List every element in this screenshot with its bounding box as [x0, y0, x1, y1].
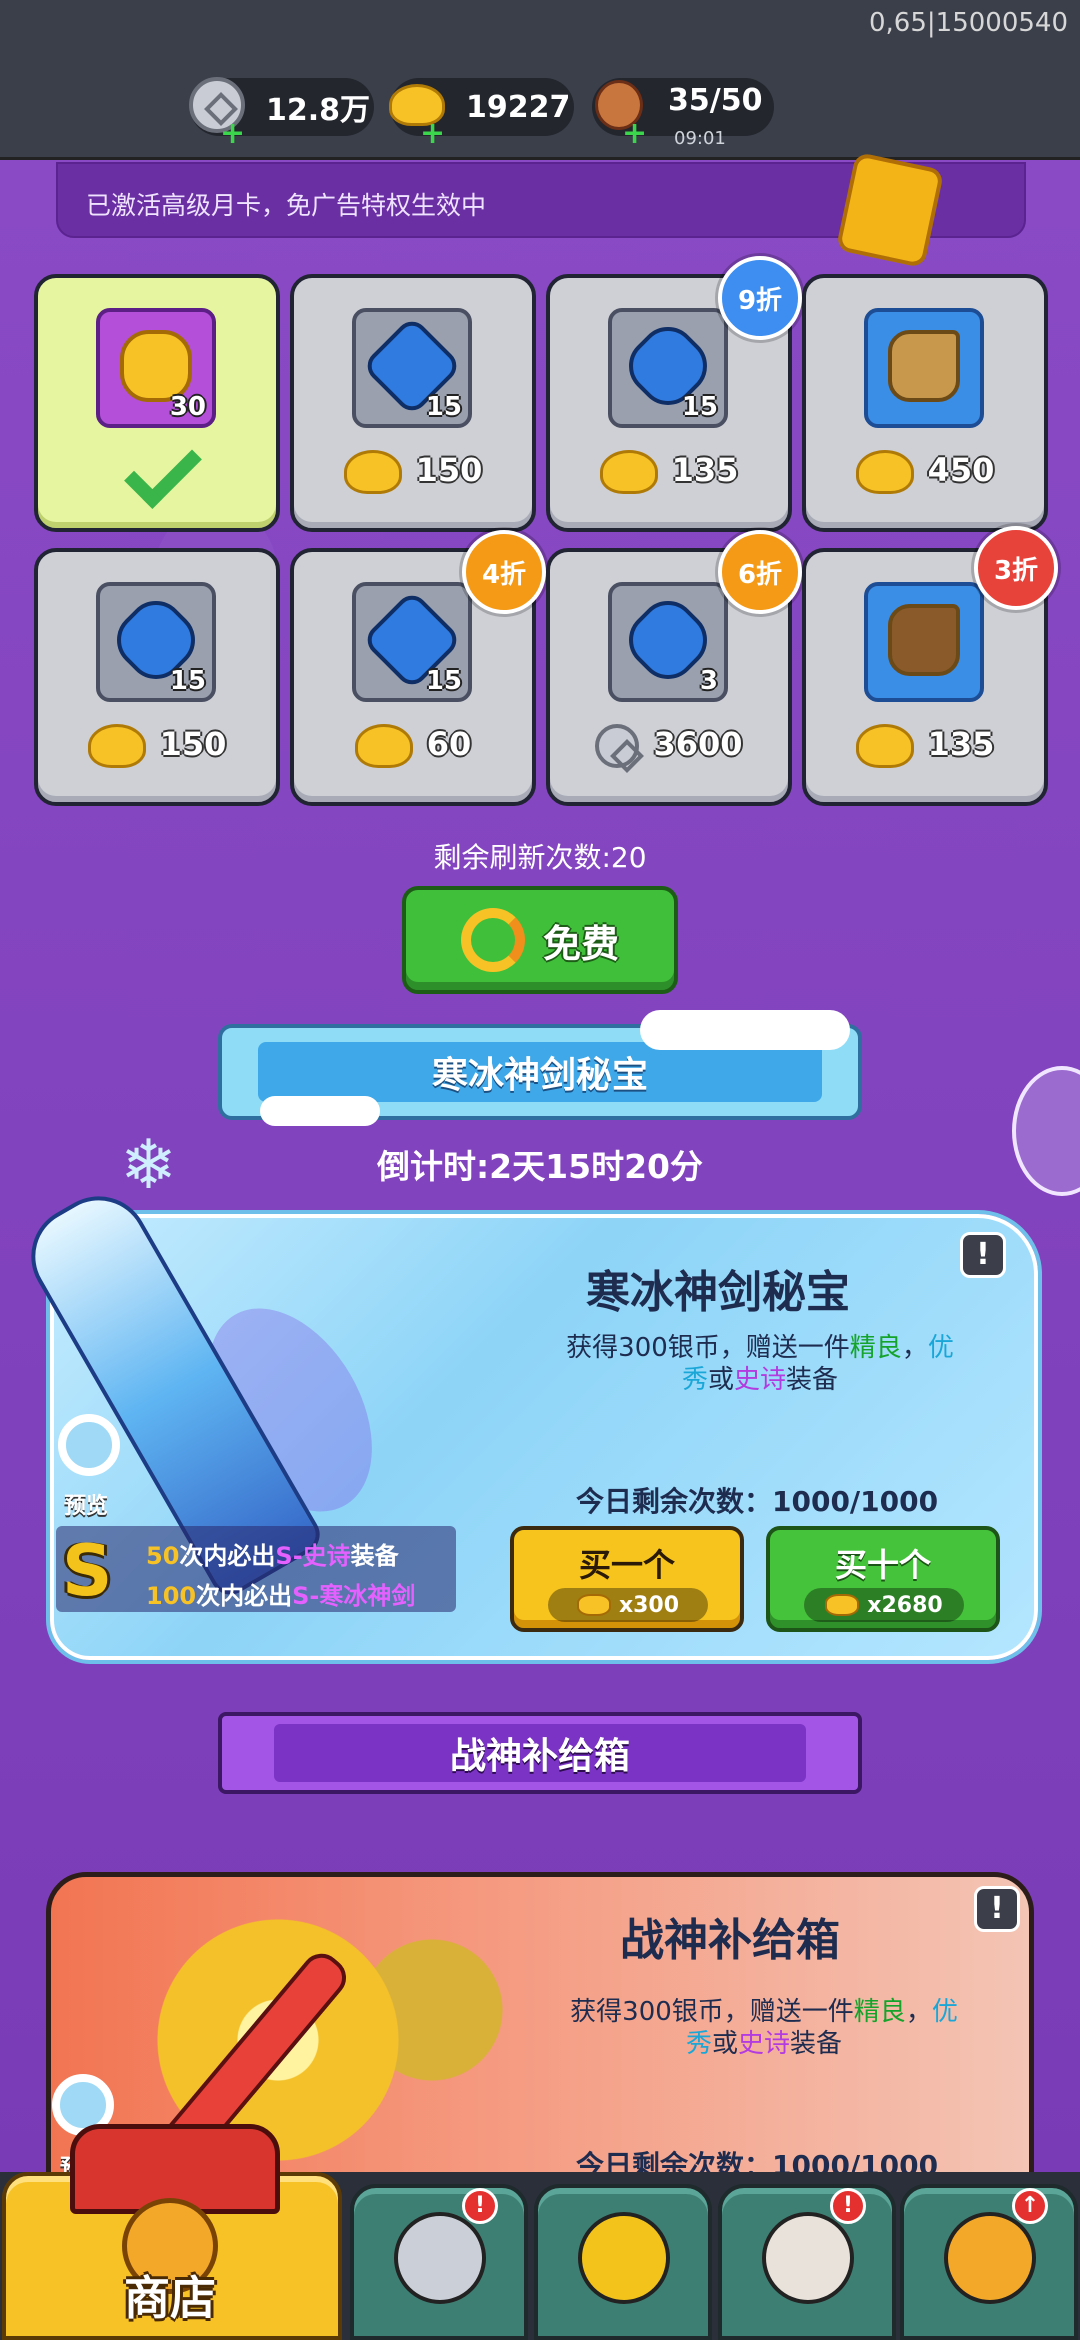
- silver-coin-icon: [595, 724, 640, 768]
- ice-panel-title: 寒冰神剑秘宝: [586, 1267, 850, 1318]
- add-stamina-icon[interactable]: +: [622, 119, 647, 149]
- nav-battle[interactable]: [534, 2184, 712, 2340]
- stamina-resource[interactable]: 35/50 09:01 +: [592, 78, 774, 149]
- nav-upgrade[interactable]: [900, 2184, 1078, 2340]
- guarantee-line-2: 100次内必出S-寒冰神剑: [146, 1582, 416, 1610]
- pet-icon: [762, 2212, 854, 2304]
- preview-label[interactable]: 预览: [64, 1488, 108, 1520]
- snow-decoration: [640, 1010, 850, 1050]
- item-frame: 15: [608, 308, 728, 428]
- ice-remaining-count: 今日剩余次数：1000/1000: [576, 1485, 939, 1518]
- nav-equipment[interactable]: [350, 2184, 528, 2340]
- discount-badge: 9折: [718, 256, 802, 340]
- gold-ingot-icon: [855, 450, 914, 494]
- item-frame: 15: [96, 582, 216, 702]
- top-bar: 0,65|15000540 12.8万 + 19227 + 35/50 09:0…: [0, 0, 1080, 160]
- item-frame: 15: [352, 308, 472, 428]
- free-refresh-button[interactable]: 免费: [402, 886, 678, 994]
- buy-ten-cost: x2680: [804, 1588, 964, 1622]
- gold-ingot-icon: [354, 724, 413, 768]
- info-badge-icon[interactable]: !: [974, 1886, 1020, 1932]
- item-price: 135: [806, 724, 1044, 768]
- silver-value: 12.8万: [266, 93, 371, 128]
- gold-ingot-icon: [855, 724, 914, 768]
- item-price: 60: [294, 724, 532, 768]
- buy-one-cost: x300: [548, 1588, 708, 1622]
- free-refresh-label: 免费: [542, 921, 619, 966]
- buy-one-button[interactable]: 买一个 x300: [510, 1526, 744, 1632]
- shop-slot-1[interactable]: 30: [34, 274, 280, 532]
- discount-badge: 3折: [974, 526, 1058, 610]
- ice-event-banner-title: 寒冰神剑秘宝: [258, 1042, 822, 1102]
- nav-shop-label: 商店: [124, 2271, 216, 2325]
- item-frame: [864, 582, 984, 702]
- item-price: 135: [550, 450, 788, 494]
- refresh-icon: [460, 908, 525, 972]
- version-label: 0,65|15000540: [869, 8, 1068, 38]
- item-frame: [864, 308, 984, 428]
- gold-ingot-icon: [87, 724, 146, 768]
- stamina-value: 35/50: [668, 82, 763, 118]
- crossed-swords-icon: [578, 2212, 670, 2304]
- item-qty: 15: [169, 666, 206, 696]
- war-panel-title: 战神补给箱: [620, 1915, 840, 1966]
- war-panel-description: 获得300银币，赠送一件精良，优 秀或史诗装备: [570, 1997, 958, 2059]
- item-price: 150: [38, 724, 276, 768]
- upgrade-arrow-icon: ↑: [1012, 2188, 1048, 2224]
- nav-pet[interactable]: [718, 2184, 896, 2340]
- buy-ten-label: 买十个: [834, 1546, 931, 1584]
- ice-panel-description: 获得300银币，赠送一件精良，优 秀或史诗装备: [566, 1333, 954, 1395]
- item-qty: 3: [699, 666, 718, 696]
- snow-decoration: [260, 1096, 380, 1126]
- s-rank-icon: S: [62, 1530, 113, 1612]
- shop-slot-5[interactable]: 15 150: [34, 548, 280, 806]
- discount-badge: 4折: [462, 530, 546, 614]
- buy-one-label: 买一个: [578, 1546, 675, 1584]
- helmet-nav-icon: [394, 2212, 486, 2304]
- upgrade-fist-icon: [944, 2212, 1036, 2304]
- item-frame: 30: [96, 308, 216, 428]
- item-qty: 15: [425, 666, 462, 696]
- add-gold-icon[interactable]: +: [420, 119, 445, 149]
- add-silver-icon[interactable]: +: [220, 119, 245, 149]
- war-event-banner-title: 战神补给箱: [274, 1724, 806, 1782]
- gold-ingot-icon: [343, 450, 402, 494]
- alert-icon: !: [830, 2188, 866, 2224]
- notice-text: 已激活高级月卡，免广告特权生效中: [86, 191, 487, 220]
- alert-icon: !: [462, 2188, 498, 2224]
- buy-ten-button[interactable]: 买十个 x2680: [766, 1526, 1000, 1632]
- boots-icon: [888, 330, 960, 402]
- snowflake-icon: ❄: [120, 1126, 177, 1205]
- war-event-banner: 战神补给箱: [218, 1712, 862, 1794]
- gold-ingot-icon: [825, 1594, 860, 1616]
- guarantee-line-1: 50次内必出S-史诗装备: [146, 1542, 399, 1570]
- preview-magnifier-icon[interactable]: [58, 1414, 120, 1476]
- info-badge-icon[interactable]: !: [960, 1232, 1006, 1278]
- item-price: 450: [806, 450, 1044, 494]
- item-qty: 15: [425, 392, 462, 422]
- silver-resource[interactable]: 12.8万 +: [189, 77, 374, 149]
- check-icon: [124, 431, 202, 509]
- item-qty: 30: [169, 392, 206, 422]
- item-frame: 3: [608, 582, 728, 702]
- gold-value: 19227: [466, 89, 571, 125]
- item-price: 3600: [550, 724, 788, 768]
- gold-resource[interactable]: 19227 +: [389, 78, 574, 149]
- gold-ingot-icon: [599, 450, 658, 494]
- item-qty: 15: [681, 392, 718, 422]
- shop-slot-2[interactable]: 15 150: [290, 274, 536, 532]
- item-frame: 15: [352, 582, 472, 702]
- gold-ingot-icon: [576, 1594, 611, 1616]
- refresh-count: 剩余刷新次数:20: [433, 841, 647, 874]
- discount-badge: 6折: [718, 530, 802, 614]
- shop-slot-4[interactable]: 450: [802, 274, 1048, 532]
- stamina-timer: 09:01: [674, 128, 726, 149]
- item-price: 150: [294, 450, 532, 494]
- helmet-icon: [888, 604, 960, 676]
